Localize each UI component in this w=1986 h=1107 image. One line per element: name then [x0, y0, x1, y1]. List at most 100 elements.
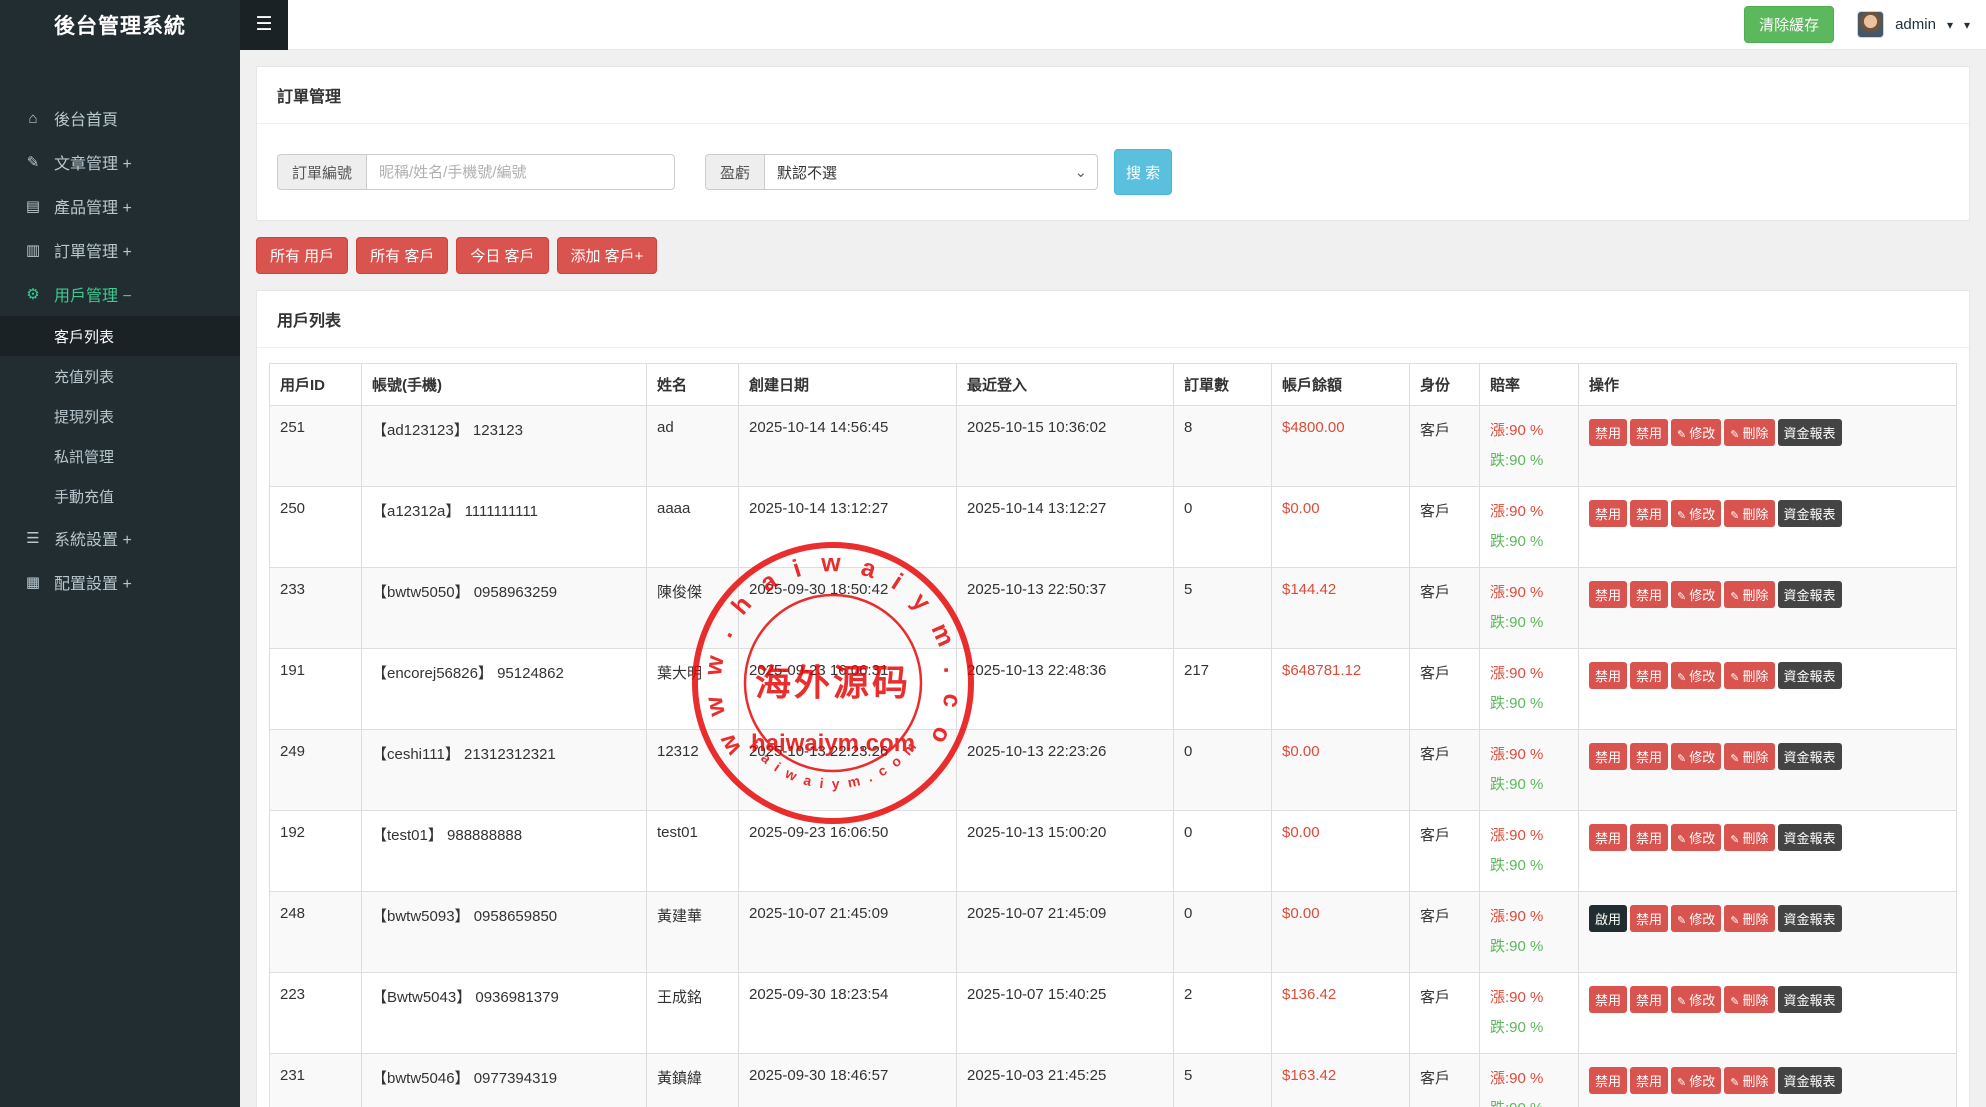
user-caret-icon[interactable]: ▾ — [1947, 18, 1953, 32]
add-customer-button[interactable]: 添加 客戶+ — [557, 237, 658, 274]
report-button[interactable]: 資金報表 — [1778, 662, 1842, 689]
edit-button[interactable]: ✎修改 — [1671, 419, 1721, 446]
ban-button[interactable]: 禁用 — [1630, 1067, 1668, 1094]
sidebar-subitem-label: 提現列表 — [54, 406, 114, 427]
column-header: 帳號(手機) — [362, 364, 647, 406]
delete-button[interactable]: ✎刪除 — [1724, 662, 1774, 689]
user-id-cell: 250 — [270, 487, 362, 568]
search-button[interactable]: 搜 索 — [1114, 149, 1172, 195]
report-button[interactable]: 資金報表 — [1778, 419, 1842, 446]
account-cell: 【ad123123】 123123 — [362, 406, 647, 487]
sidebar-item-products[interactable]: ▤ 產品管理 + — [0, 184, 240, 228]
hamburger-icon: ☰ — [255, 13, 272, 36]
username[interactable]: admin — [1895, 16, 1936, 33]
sidebar-subitem-manual-recharge[interactable]: 手動充值 — [0, 476, 240, 516]
sidebar-subitem-withdraw-list[interactable]: 提現列表 — [0, 396, 240, 436]
sidebar-subitem-label: 充值列表 — [54, 366, 114, 387]
sidebar-item-home[interactable]: ⌂ 後台首頁 — [0, 96, 240, 140]
edit-button[interactable]: ✎修改 — [1671, 986, 1721, 1013]
sidebar-item-label: 後台首頁 — [54, 106, 118, 130]
delete-button[interactable]: ✎刪除 — [1724, 1067, 1774, 1094]
user-panel-title: 用戶列表 — [257, 291, 1969, 348]
edit-button[interactable]: ✎修改 — [1671, 500, 1721, 527]
sidebar-subitem-recharge-list[interactable]: 充值列表 — [0, 356, 240, 396]
order-search-input[interactable] — [366, 154, 675, 190]
rise-odds: 漲:90 % — [1490, 500, 1568, 524]
edit-button[interactable]: ✎修改 — [1671, 743, 1721, 770]
ban-button[interactable]: 禁用 — [1630, 500, 1668, 527]
sidebar-item-label: 訂單管理 + — [54, 238, 132, 262]
fall-odds: 跌:90 % — [1490, 773, 1568, 797]
today-customers-button[interactable]: 今日 客戶 — [456, 237, 548, 274]
ban-button[interactable]: 禁用 — [1630, 581, 1668, 608]
sidebar-item-system[interactable]: ☰ 系統設置 + — [0, 516, 240, 560]
rise-odds: 漲:90 % — [1490, 662, 1568, 686]
status-toggle-button[interactable]: 禁用 — [1589, 419, 1627, 446]
ban-button[interactable]: 禁用 — [1630, 824, 1668, 851]
ban-button[interactable]: 禁用 — [1630, 986, 1668, 1013]
ban-button[interactable]: 禁用 — [1630, 662, 1668, 689]
sidebar-item-label: 配置設置 + — [54, 570, 132, 594]
all-customers-button[interactable]: 所有 客戶 — [356, 237, 448, 274]
odds-cell: 漲:90 %跌:90 % — [1480, 568, 1579, 649]
column-header: 最近登入 — [957, 364, 1174, 406]
report-button[interactable]: 資金報表 — [1778, 743, 1842, 770]
sidebar-subitem-messages[interactable]: 私訊管理 — [0, 436, 240, 476]
ban-button[interactable]: 禁用 — [1630, 419, 1668, 446]
status-toggle-button[interactable]: 禁用 — [1589, 824, 1627, 851]
delete-icon: ✎ — [1730, 510, 1739, 522]
status-toggle-button[interactable]: 啟用 — [1589, 905, 1627, 932]
edit-button[interactable]: ✎修改 — [1671, 824, 1721, 851]
ban-button[interactable]: 禁用 — [1630, 905, 1668, 932]
created-date-cell: 2025-10-14 13:12:27 — [739, 487, 957, 568]
topbar: ☰ 清除緩存 admin ▾ ▾ — [240, 0, 1986, 50]
last-login-cell: 2025-10-13 22:50:37 — [957, 568, 1174, 649]
avatar[interactable] — [1857, 11, 1884, 38]
status-toggle-button[interactable]: 禁用 — [1589, 1067, 1627, 1094]
status-toggle-button[interactable]: 禁用 — [1589, 986, 1627, 1013]
delete-button[interactable]: ✎刪除 — [1724, 824, 1774, 851]
delete-button[interactable]: ✎刪除 — [1724, 419, 1774, 446]
role-cell: 客戶 — [1410, 892, 1480, 973]
sidebar-item-config[interactable]: ▦ 配置設置 + — [0, 560, 240, 604]
order-count-cell: 0 — [1174, 730, 1272, 811]
delete-button[interactable]: ✎刪除 — [1724, 986, 1774, 1013]
dropdown-caret-icon[interactable]: ▾ — [1964, 18, 1970, 32]
report-button[interactable]: 資金報表 — [1778, 500, 1842, 527]
last-login-cell: 2025-10-14 13:12:27 — [957, 487, 1174, 568]
report-button[interactable]: 資金報表 — [1778, 1067, 1842, 1094]
sidebar-toggle-button[interactable]: ☰ — [240, 0, 288, 50]
delete-button[interactable]: ✎刪除 — [1724, 581, 1774, 608]
edit-button[interactable]: ✎修改 — [1671, 905, 1721, 932]
ban-button[interactable]: 禁用 — [1630, 743, 1668, 770]
sidebar-subitem-customer-list[interactable]: 客戶列表 — [0, 316, 240, 356]
edit-button[interactable]: ✎修改 — [1671, 581, 1721, 608]
status-toggle-button[interactable]: 禁用 — [1589, 581, 1627, 608]
sidebar-item-orders[interactable]: ▥ 訂單管理 + — [0, 228, 240, 272]
role-cell: 客戶 — [1410, 649, 1480, 730]
delete-button[interactable]: ✎刪除 — [1724, 500, 1774, 527]
last-login-cell: 2025-10-13 22:23:26 — [957, 730, 1174, 811]
report-button[interactable]: 資金報表 — [1778, 824, 1842, 851]
order-count-cell: 8 — [1174, 406, 1272, 487]
user-id-cell: 248 — [270, 892, 362, 973]
profit-select[interactable]: 默認不選 ⌄ — [764, 154, 1098, 190]
order-count-cell: 2 — [1174, 973, 1272, 1054]
sidebar-item-users[interactable]: ⚙ 用戶管理 − — [0, 272, 240, 316]
actions-cell: 禁用禁用✎修改✎刪除資金報表 — [1579, 649, 1957, 730]
report-button[interactable]: 資金報表 — [1778, 581, 1842, 608]
report-button[interactable]: 資金報表 — [1778, 905, 1842, 932]
status-toggle-button[interactable]: 禁用 — [1589, 743, 1627, 770]
edit-button[interactable]: ✎修改 — [1671, 1067, 1721, 1094]
sidebar-item-articles[interactable]: ✎ 文章管理 + — [0, 140, 240, 184]
sidebar-item-label: 產品管理 + — [54, 194, 132, 218]
report-button[interactable]: 資金報表 — [1778, 986, 1842, 1013]
user-table-wrap: 用戶ID帳號(手機)姓名創建日期最近登入訂單數帳戶餘額身份賠率操作 251【ad… — [257, 348, 1969, 1107]
status-toggle-button[interactable]: 禁用 — [1589, 662, 1627, 689]
clear-cache-button[interactable]: 清除緩存 — [1744, 6, 1834, 43]
delete-button[interactable]: ✎刪除 — [1724, 743, 1774, 770]
all-users-button[interactable]: 所有 用戶 — [256, 237, 348, 274]
edit-button[interactable]: ✎修改 — [1671, 662, 1721, 689]
status-toggle-button[interactable]: 禁用 — [1589, 500, 1627, 527]
delete-button[interactable]: ✎刪除 — [1724, 905, 1774, 932]
